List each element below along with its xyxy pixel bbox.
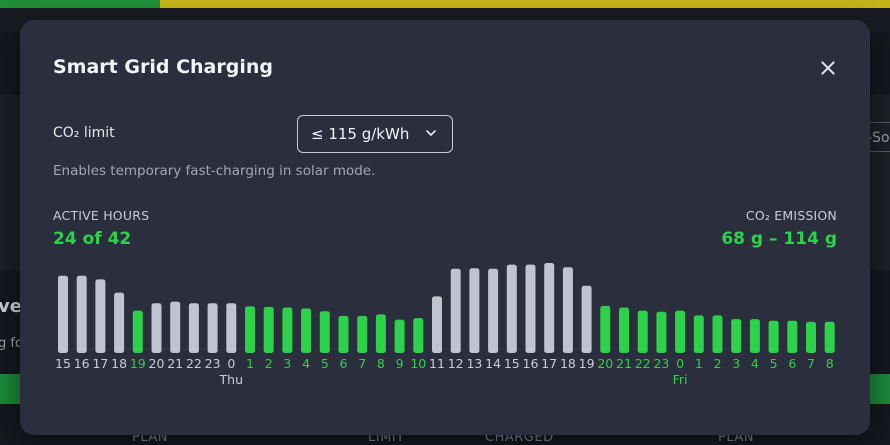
hour-tick-label: 22	[186, 356, 202, 371]
hour-tick-label: 15	[55, 356, 71, 371]
hour-tick-label: 3	[283, 356, 291, 371]
chart-bar	[525, 264, 536, 353]
hour-tick-label: 15	[504, 356, 520, 371]
hour-tick-label: 1	[246, 356, 254, 371]
hour-tick-label: 11	[429, 356, 445, 371]
chart-bar	[226, 303, 237, 353]
hour-tick-label: 8	[377, 356, 385, 371]
hour-tick-label: 6	[788, 356, 796, 371]
chart-bar	[413, 318, 424, 353]
chart-bar	[656, 311, 667, 353]
chart-bar	[637, 310, 648, 353]
chart-bar	[469, 268, 480, 353]
smart-grid-charging-dialog: Smart Grid Charging CO₂ limit ≤ 115 g/kW…	[20, 20, 870, 435]
chart-bar	[544, 263, 555, 353]
chart-bar	[132, 310, 143, 353]
hour-tick-label: 21	[616, 356, 632, 371]
chart-bar	[581, 285, 592, 353]
chart-bar	[600, 305, 611, 353]
day-label: Thu	[219, 372, 243, 387]
chart-bar	[432, 296, 442, 353]
chart-bar	[619, 307, 629, 353]
chart-bar	[114, 292, 125, 353]
chart-bar	[282, 307, 293, 353]
background-heading: ve	[0, 296, 22, 317]
chart-bar	[824, 321, 835, 353]
day-label: Fri	[673, 372, 688, 387]
chart-bar	[506, 264, 517, 353]
hour-tick-label: 19	[130, 356, 146, 371]
hour-tick-label: 20	[597, 356, 613, 371]
hour-tick-label: 10	[410, 356, 426, 371]
hour-tick-label: 22	[635, 356, 651, 371]
hour-tick-label: 23	[205, 356, 221, 371]
hour-tick-label: 6	[340, 356, 348, 371]
hour-tick-label: 17	[541, 356, 557, 371]
hourly-co2-chart: 15 16 17 18 19 20 21 22 23 0 1 2 3 4 5 6 7 8 9 10 11 12 13 14 15…	[55, 263, 835, 387]
hour-tick-label: 9	[396, 356, 404, 371]
hour-tick-label: 3	[732, 356, 740, 371]
chart-bar	[488, 268, 499, 353]
hour-tick-label: 0	[676, 356, 684, 371]
hour-tick-label: 21	[167, 356, 183, 371]
background-progress-bar	[0, 0, 890, 8]
chart-bar	[76, 275, 87, 353]
hour-tick-label: 8	[826, 356, 834, 371]
hour-tick-label: 16	[74, 356, 90, 371]
chart-bar	[245, 306, 255, 353]
chart-bar	[675, 310, 686, 353]
chart-bar	[731, 319, 742, 353]
hour-tick-label: 13	[466, 356, 482, 371]
chart-bar	[58, 275, 68, 353]
hour-tick-label: 0	[227, 356, 235, 371]
chart-bar	[712, 315, 723, 353]
hour-tick-label: 2	[714, 356, 722, 371]
chart-bar	[562, 267, 573, 353]
hour-tick-label: 2	[265, 356, 273, 371]
chart-bar	[450, 268, 461, 353]
chart-bar	[151, 303, 162, 353]
hour-tick-label: 12	[448, 356, 464, 371]
chart-bar	[768, 320, 779, 353]
hour-tick-label: 4	[302, 356, 310, 371]
chart-bar	[693, 315, 704, 353]
chart-bar	[301, 308, 312, 353]
hour-tick-label: 16	[523, 356, 539, 371]
chart-bar	[319, 311, 330, 353]
chart-bar	[95, 279, 106, 353]
hour-tick-label: 20	[149, 356, 165, 371]
hour-tick-label: 5	[770, 356, 778, 371]
chart-bar	[207, 303, 218, 353]
chart-bar	[357, 315, 368, 353]
hour-tick-label: 19	[579, 356, 595, 371]
chart-bar	[787, 320, 798, 353]
hour-tick-label: 5	[321, 356, 329, 371]
chart-bar	[749, 319, 760, 353]
chart-bar	[806, 321, 816, 353]
chart-bar	[188, 303, 199, 353]
chart-bar	[338, 315, 349, 353]
chart-bar	[263, 306, 274, 353]
hour-tick-label: 7	[807, 356, 815, 371]
chart-bar	[394, 319, 405, 353]
hour-tick-label: 18	[560, 356, 576, 371]
hour-tick-label: 7	[358, 356, 366, 371]
hour-tick-label: 14	[485, 356, 501, 371]
hour-tick-label: 4	[751, 356, 759, 371]
hour-tick-label: 1	[695, 356, 703, 371]
hour-tick-label: 17	[92, 356, 108, 371]
hour-tick-label: 18	[111, 356, 127, 371]
chart-bar	[375, 314, 386, 353]
chart-bar	[170, 301, 181, 353]
hour-tick-label: 23	[653, 356, 669, 371]
